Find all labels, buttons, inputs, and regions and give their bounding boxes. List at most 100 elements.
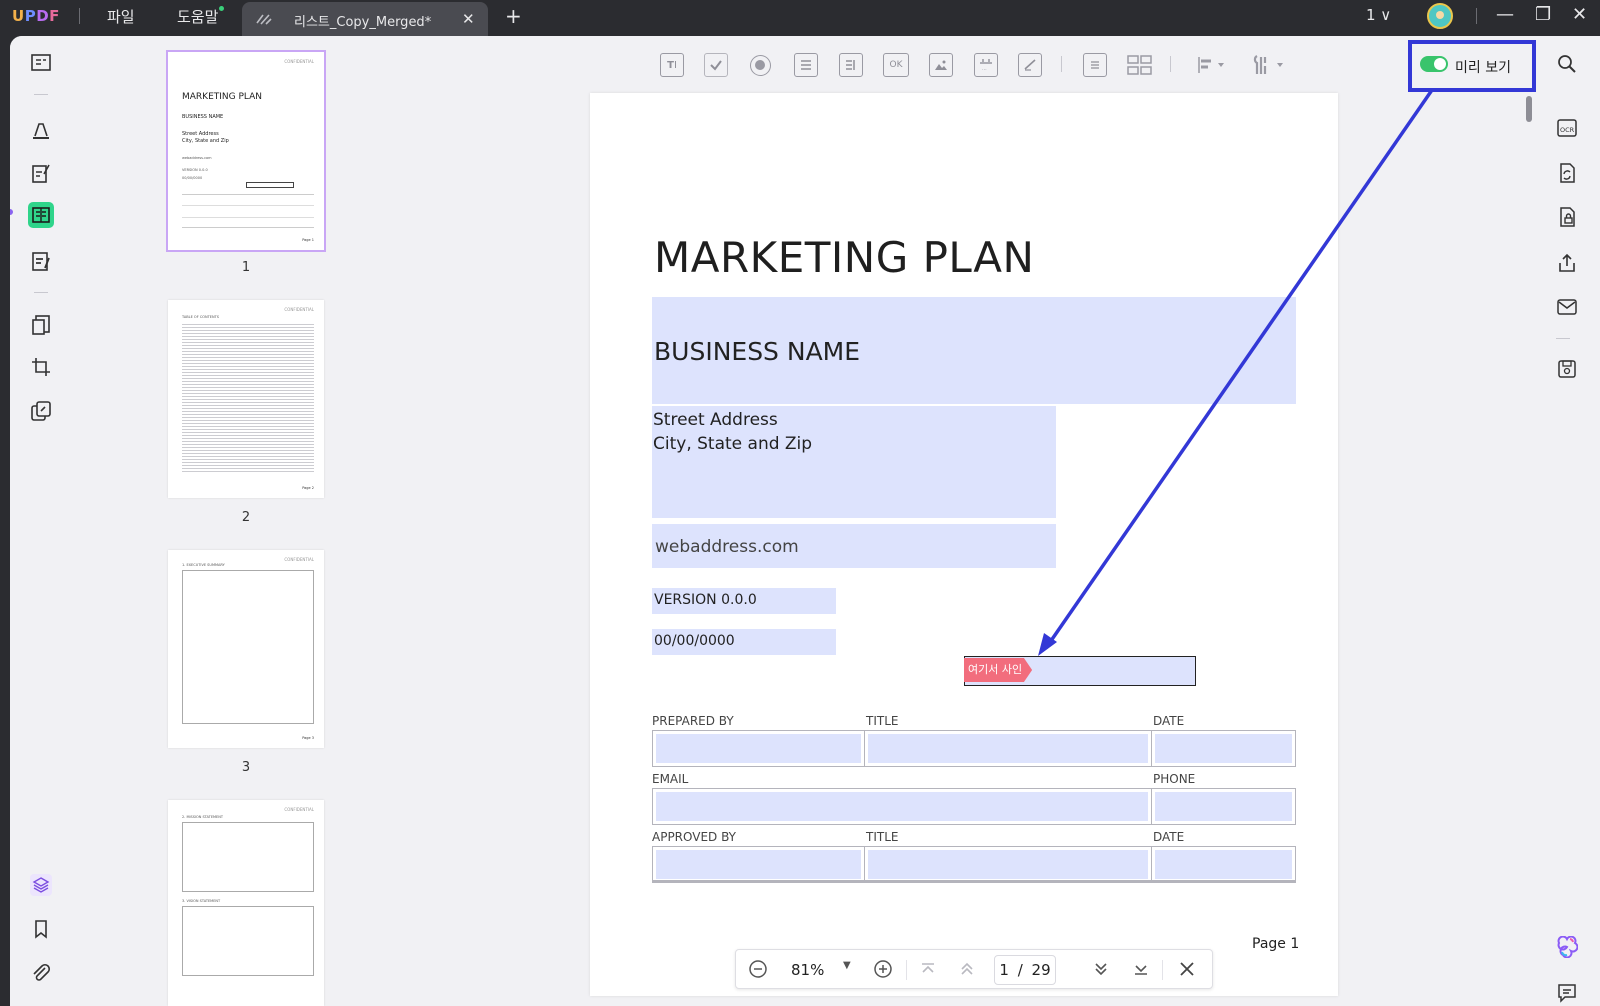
close-navigation-icon[interactable] xyxy=(1178,959,1196,983)
page-thumbnail-3[interactable]: CONFIDENTIAL 1. EXECUTIVE SUMMARY Page 3 xyxy=(168,550,324,748)
zoom-in-icon[interactable] xyxy=(873,959,893,983)
signature-field-icon[interactable] xyxy=(1018,53,1042,77)
date-label-1: DATE xyxy=(1153,714,1185,728)
thumb-version: VERSION 0.0.0 xyxy=(182,168,208,172)
radio-button-icon[interactable] xyxy=(750,55,771,76)
attachment-icon[interactable] xyxy=(28,960,54,986)
fill-sign-icon[interactable] xyxy=(28,248,54,274)
share-icon[interactable] xyxy=(1556,252,1578,278)
minimize-icon[interactable]: — xyxy=(1496,4,1514,25)
protect-pdf-icon[interactable] xyxy=(1556,206,1578,232)
title-input-1[interactable] xyxy=(868,734,1148,763)
zoom-dropdown-icon[interactable]: ▼ xyxy=(843,960,851,971)
page-thumbnail-2[interactable]: CONFIDENTIAL TABLE OF CONTENTS Page 2 xyxy=(168,300,324,498)
edit-pdf-icon[interactable] xyxy=(28,160,54,186)
add-tab-icon[interactable]: + xyxy=(505,4,522,28)
prepare-form-icon[interactable] xyxy=(28,202,54,228)
thumb-content-box xyxy=(182,822,314,892)
window-close-icon[interactable]: ✕ xyxy=(1572,4,1587,25)
thumbnail-number-1: 1 xyxy=(241,260,251,275)
menu-file[interactable]: 파일 xyxy=(107,6,135,27)
title-input-2[interactable] xyxy=(868,850,1148,879)
document-tab[interactable]: 리스트_Copy_Merged* ✕ xyxy=(242,2,488,36)
thumb-heading: 2. MISSION STATEMENT xyxy=(182,815,224,819)
thumb-title: MARKETING PLAN xyxy=(182,92,263,102)
right-toolbar-divider xyxy=(1556,338,1570,339)
thumb-toc-lines xyxy=(182,322,314,474)
comments-list-icon[interactable] xyxy=(1556,982,1578,1006)
page-thumbnail-1[interactable]: CONFIDENTIAL MARKETING PLAN BUSINESS NAM… xyxy=(166,50,326,252)
checkbox-icon[interactable] xyxy=(704,53,728,77)
crop-icon[interactable] xyxy=(28,354,54,380)
city-state-zip-text: City, State and Zip xyxy=(653,434,813,454)
approved-by-input[interactable] xyxy=(656,850,861,879)
window-page-selector[interactable]: 1 ∨ xyxy=(1366,6,1391,24)
prepared-by-input[interactable] xyxy=(656,734,861,763)
thumb-confidential: CONFIDENTIAL xyxy=(284,807,314,812)
date-field-icon[interactable]: ... xyxy=(974,53,998,77)
date-input-2[interactable] xyxy=(1155,850,1292,879)
form-tools-dropdown-icon[interactable] xyxy=(1251,53,1287,81)
active-indicator-dot xyxy=(10,209,13,215)
scrollbar-thumb[interactable] xyxy=(1526,96,1532,122)
page-separator: / xyxy=(1017,961,1023,979)
ai-assistant-icon[interactable] xyxy=(1556,935,1579,962)
email-label: EMAIL xyxy=(652,772,689,786)
email-icon[interactable] xyxy=(1556,296,1578,322)
page-footer: Page 1 xyxy=(1252,936,1300,952)
layers-icon[interactable] xyxy=(28,872,54,898)
ocr-icon[interactable]: OCR xyxy=(1556,117,1578,143)
zoom-level[interactable]: 81% xyxy=(791,961,824,979)
title-divider-2 xyxy=(1476,8,1477,24)
thumb-city: City, State and Zip xyxy=(182,138,229,144)
thumb-table xyxy=(182,194,314,228)
menu-help-label: 도움말 xyxy=(177,8,219,26)
dropdown-field-icon[interactable] xyxy=(794,53,818,77)
thumb-address: Street Address xyxy=(182,131,219,137)
image-field-icon[interactable] xyxy=(929,53,953,77)
date-input-1[interactable] xyxy=(1155,734,1292,763)
last-page-icon[interactable] xyxy=(1132,959,1150,983)
svg-text:...: ... xyxy=(982,66,987,72)
grid-layout-icon[interactable] xyxy=(1127,54,1153,80)
align-dropdown-icon[interactable] xyxy=(1197,56,1227,78)
street-address-text: Street Address xyxy=(653,410,778,430)
zoom-out-icon[interactable] xyxy=(748,959,768,983)
first-page-icon[interactable] xyxy=(919,959,937,983)
thumbnail-panel: CONFIDENTIAL MARKETING PLAN BUSINESS NAM… xyxy=(72,36,424,1006)
menu-help[interactable]: 도움말 xyxy=(177,6,225,27)
previous-page-icon[interactable] xyxy=(958,959,976,983)
thumb-content-box xyxy=(182,570,314,724)
page-number-input[interactable]: 1 / 29 xyxy=(994,955,1056,985)
prepared-row-box xyxy=(652,730,1296,767)
reader-icon[interactable] xyxy=(28,50,54,76)
save-icon[interactable] xyxy=(1556,358,1578,384)
page-navigation-bar: 81% ▼ 1 / 29 xyxy=(735,949,1213,989)
bookmark-icon[interactable] xyxy=(28,916,54,942)
page-duplicate-icon[interactable] xyxy=(1083,53,1107,77)
user-avatar[interactable] xyxy=(1427,3,1453,29)
nav-divider-2 xyxy=(1162,960,1163,980)
thumb-confidential: CONFIDENTIAL xyxy=(284,59,314,64)
title-divider xyxy=(79,8,80,24)
email-input[interactable] xyxy=(656,792,1148,821)
preview-toggle[interactable] xyxy=(1420,56,1448,72)
preview-label: 미리 보기 xyxy=(1455,60,1511,76)
convert-icon[interactable] xyxy=(28,398,54,424)
page-thumbnail-4[interactable]: CONFIDENTIAL 2. MISSION STATEMENT 3. VIS… xyxy=(168,800,324,1006)
tab-close-icon[interactable]: ✕ xyxy=(462,10,475,28)
list-box-icon[interactable] xyxy=(839,53,863,77)
title-bar: UPDF 파일 도움말 리스트_Copy_Merged* ✕ + 1 ∨ — ❐… xyxy=(0,0,1600,36)
next-page-icon[interactable] xyxy=(1092,959,1110,983)
organize-pages-icon[interactable] xyxy=(28,312,54,338)
comment-icon[interactable] xyxy=(28,116,54,142)
thumb-page-label: Page 3 xyxy=(302,736,314,740)
restore-icon[interactable]: ❐ xyxy=(1535,4,1551,25)
search-icon[interactable] xyxy=(1556,53,1578,79)
convert-pdf-icon[interactable] xyxy=(1556,162,1578,188)
toolbar-divider xyxy=(34,94,48,95)
button-field-icon[interactable]: OK xyxy=(883,53,909,77)
phone-input[interactable] xyxy=(1155,792,1292,821)
text-field-icon[interactable]: TI xyxy=(660,53,684,77)
thumbnail-number-3: 3 xyxy=(241,760,251,775)
